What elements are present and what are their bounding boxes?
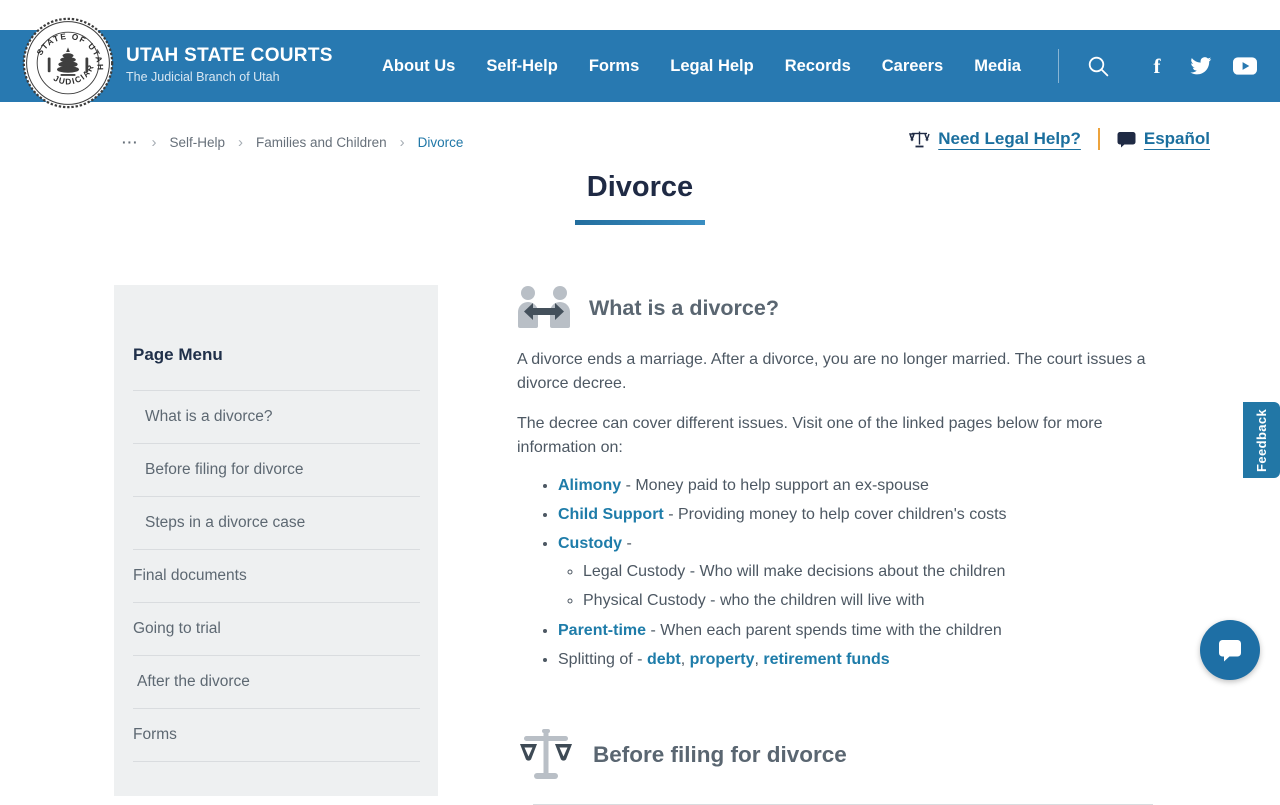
nav-vertical-divider (1058, 49, 1059, 83)
section-heading: Before filing for divorce (593, 742, 847, 768)
chat-bubble-icon (1216, 638, 1244, 663)
debt-link[interactable]: debt (647, 651, 681, 668)
sidebar-item-before-filing[interactable]: Before filing for divorce (133, 444, 420, 497)
breadcrumb: ··· › Self-Help › Families and Children … (122, 134, 463, 151)
breadcrumb-ellipsis[interactable]: ··· (122, 135, 139, 150)
top-navigation-bar: STATE OF UTAH JUDICIARY UTAH STATE COURT… (0, 30, 1280, 102)
sidebar-item-forms[interactable]: Forms (133, 709, 420, 762)
scales-icon (909, 129, 930, 149)
custody-link[interactable]: Custody (558, 535, 622, 552)
utility-divider (1098, 128, 1100, 150)
facebook-icon[interactable]: f (1145, 54, 1169, 78)
page-menu-title: Page Menu (133, 345, 420, 391)
section-heading: What is a divorce? (589, 296, 779, 321)
section-what-is-a-divorce-header: What is a divorce? (517, 285, 1160, 332)
paragraph: The decree can cover different issues. V… (517, 412, 1160, 460)
alimony-link[interactable]: Alimony (558, 477, 621, 494)
search-icon[interactable] (1087, 55, 1110, 83)
nav-careers[interactable]: Careers (882, 57, 943, 75)
breadcrumb-divorce[interactable]: Divorce (418, 135, 464, 150)
brand-title: UTAH STATE COURTS (126, 45, 333, 67)
sidebar-item-going-to-trial[interactable]: Going to trial (133, 603, 420, 656)
utility-links: Need Legal Help? Español (909, 128, 1210, 150)
sidebar-item-final-documents[interactable]: Final documents (133, 550, 420, 603)
divorcing-couple-icon (517, 285, 571, 332)
section-before-filing-header: Before filing for divorce (517, 728, 1160, 782)
nav-self-help[interactable]: Self-Help (486, 57, 558, 75)
sidebar-item-after-the-divorce[interactable]: After the divorce (133, 656, 420, 709)
custody-sublist: Legal Custody - Who will make decisions … (583, 560, 1160, 613)
section-before-filing: Before filing for divorce (517, 728, 1160, 805)
site-brand[interactable]: UTAH STATE COURTS The Judicial Branch of… (126, 45, 333, 84)
twitter-icon[interactable] (1189, 54, 1213, 78)
need-legal-help-link[interactable]: Need Legal Help? (909, 129, 1081, 149)
sidebar-item-what-is-a-divorce[interactable]: What is a divorce? (133, 391, 420, 444)
utah-judiciary-seal-logo[interactable]: STATE OF UTAH JUDICIARY (22, 17, 114, 109)
espanol-label: Español (1144, 129, 1210, 149)
property-link[interactable]: property (690, 651, 755, 668)
main-content: What is a divorce? A divorce ends a marr… (517, 285, 1160, 805)
chat-widget-button[interactable] (1200, 620, 1260, 680)
paragraph: A divorce ends a marriage. After a divor… (517, 348, 1160, 396)
list-item-legal-custody: Legal Custody - Who will make decisions … (583, 560, 1160, 584)
breadcrumb-families-and-children[interactable]: Families and Children (256, 135, 387, 150)
list-item-alimony: Alimony - Money paid to help support an … (558, 474, 1160, 498)
chevron-right-icon: › (238, 134, 243, 151)
need-legal-help-label: Need Legal Help? (938, 129, 1081, 149)
sidebar-item-steps[interactable]: Steps in a divorce case (133, 497, 420, 550)
chevron-right-icon: › (152, 134, 157, 151)
divorce-topics-list: Alimony - Money paid to help support an … (558, 474, 1160, 672)
title-underline (575, 220, 705, 225)
page-menu-list: What is a divorce? Before filing for div… (133, 391, 420, 762)
brand-subtitle: The Judicial Branch of Utah (126, 70, 333, 84)
nav-records[interactable]: Records (785, 57, 851, 75)
nav-legal-help[interactable]: Legal Help (670, 57, 753, 75)
list-item-child-support: Child Support - Providing money to help … (558, 503, 1160, 527)
list-item-splitting: Splitting of - debt, property, retiremen… (558, 648, 1160, 672)
speech-bubble-icon (1117, 131, 1136, 148)
chevron-right-icon: › (400, 134, 405, 151)
list-item-parent-time: Parent-time - When each parent spends ti… (558, 619, 1160, 643)
nav-forms[interactable]: Forms (589, 57, 639, 75)
retirement-funds-link[interactable]: retirement funds (763, 651, 889, 668)
list-item-custody: Custody - Legal Custody - Who will make … (558, 532, 1160, 613)
espanol-link[interactable]: Español (1117, 129, 1210, 149)
parent-time-link[interactable]: Parent-time (558, 622, 646, 639)
feedback-label: Feedback (1254, 408, 1269, 471)
scales-of-justice-icon (517, 728, 575, 782)
page-title: Divorce (0, 171, 1280, 204)
page-menu-sidebar: Page Menu What is a divorce? Before fili… (114, 285, 438, 796)
main-navigation: About Us Self-Help Forms Legal Help Reco… (382, 30, 1021, 102)
list-item-physical-custody: Physical Custody - who the children will… (583, 589, 1160, 613)
breadcrumb-self-help[interactable]: Self-Help (170, 135, 226, 150)
child-support-link[interactable]: Child Support (558, 506, 664, 523)
nav-about-us[interactable]: About Us (382, 57, 455, 75)
youtube-icon[interactable] (1233, 54, 1257, 78)
feedback-tab[interactable]: Feedback (1243, 402, 1280, 478)
nav-media[interactable]: Media (974, 57, 1021, 75)
social-links: f (1145, 30, 1257, 102)
